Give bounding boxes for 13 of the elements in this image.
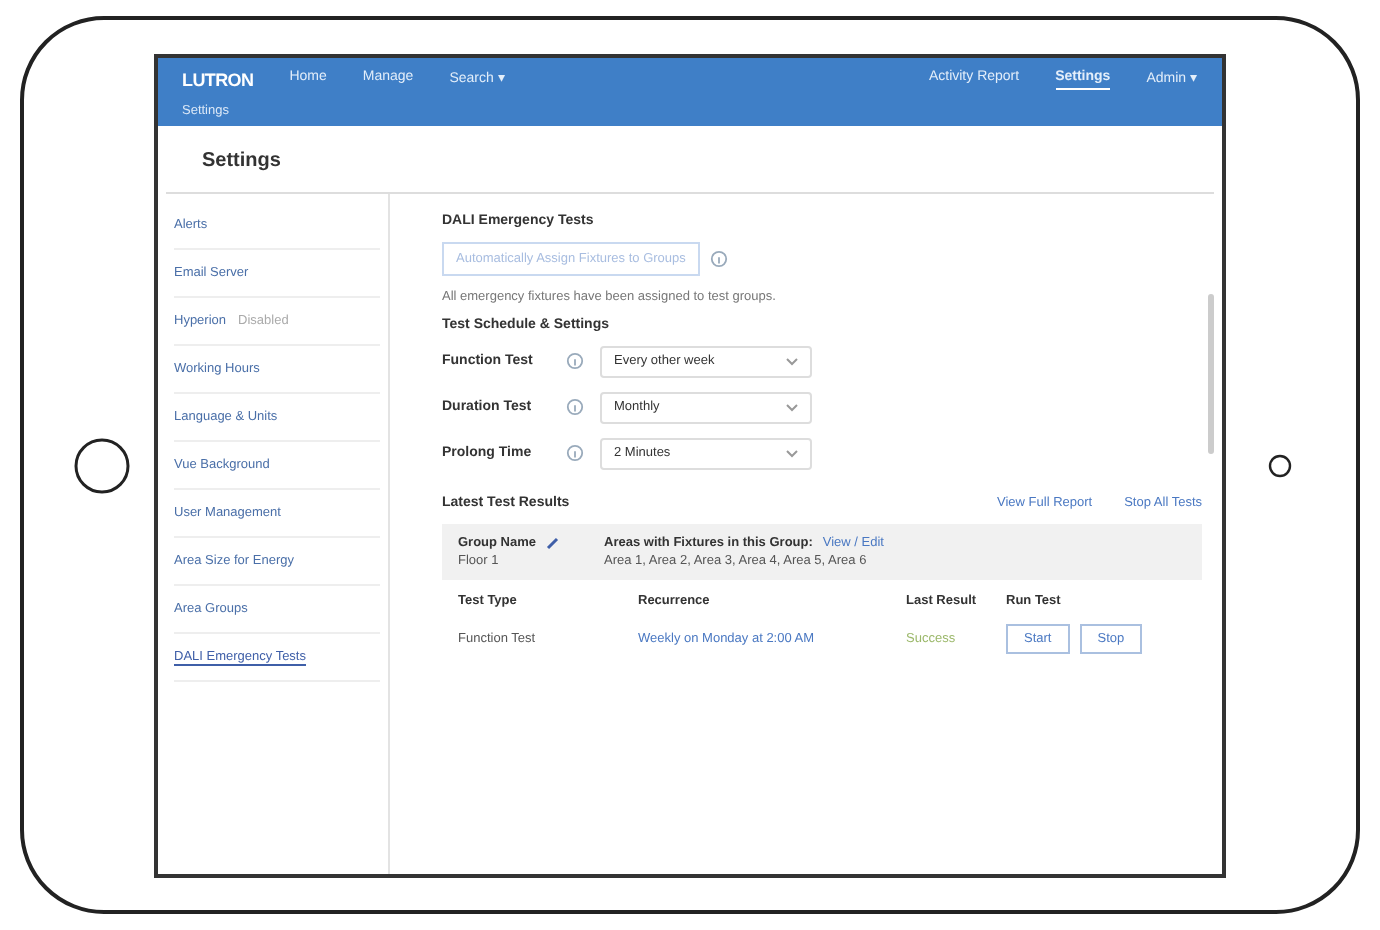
camera-icon (1265, 451, 1293, 479)
info-icon (566, 444, 584, 462)
chevron-down-icon (786, 357, 798, 365)
home-button-icon (71, 435, 131, 495)
info-icon (566, 398, 584, 416)
page-title: Settings (166, 125, 1214, 193)
chevron-down-icon (786, 403, 798, 411)
chevron-down-icon (786, 449, 798, 457)
pencil-icon[interactable] (546, 535, 561, 549)
logo: LUTRON (182, 70, 254, 90)
info-icon (566, 352, 584, 370)
scrollbar[interactable] (1208, 293, 1214, 453)
info-icon (709, 249, 728, 267)
